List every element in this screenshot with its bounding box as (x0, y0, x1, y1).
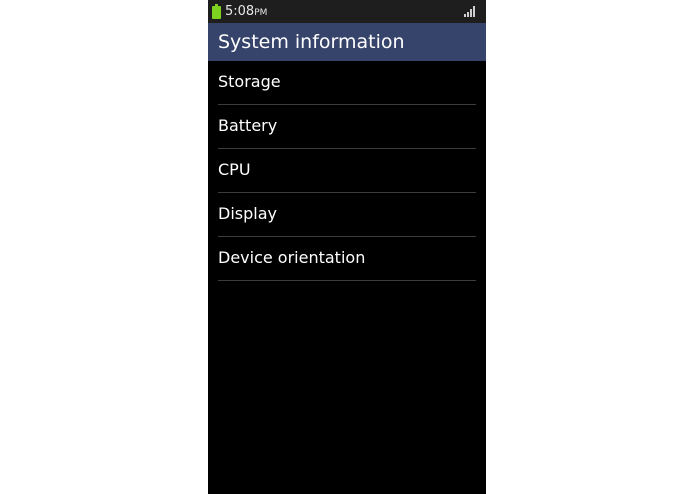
list-item-battery[interactable]: Battery (218, 105, 476, 149)
list-item-display[interactable]: Display (218, 193, 476, 237)
status-time: 5:08 (225, 4, 255, 19)
battery-icon (212, 4, 221, 19)
phone-screen: 5:08PM System information Storage Batter… (208, 0, 486, 494)
list-item-storage[interactable]: Storage (218, 61, 476, 105)
status-ampm: PM (254, 8, 268, 18)
list-item-label: CPU (218, 160, 251, 179)
list-item-cpu[interactable]: CPU (218, 149, 476, 193)
list-item-label: Storage (218, 72, 281, 91)
title-bar: System information (208, 23, 486, 61)
list-item-label: Battery (218, 116, 278, 135)
list-item-label: Display (218, 204, 277, 223)
status-bar: 5:08PM (208, 0, 486, 23)
page-title: System information (218, 31, 405, 53)
list-item-label: Device orientation (218, 248, 366, 267)
settings-list: Storage Battery CPU Display Device orien… (208, 61, 486, 281)
signal-icon (464, 6, 477, 17)
list-item-device-orientation[interactable]: Device orientation (218, 237, 476, 281)
status-clock: 5:08PM (225, 3, 267, 22)
